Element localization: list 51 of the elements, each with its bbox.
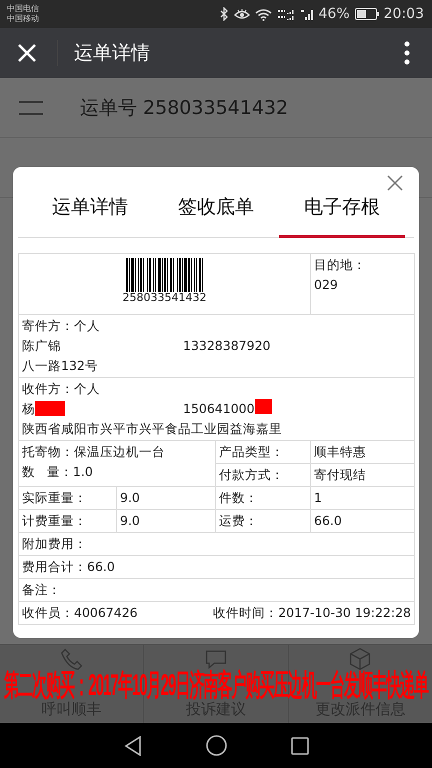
field-label: 计费重量： <box>18 510 116 532</box>
battery-percent: 46% <box>318 6 350 22</box>
signal-icon <box>276 7 295 21</box>
recent-apps-icon[interactable] <box>290 736 308 754</box>
phone-number: 13328387920 <box>183 337 270 355</box>
home-icon[interactable] <box>206 735 226 756</box>
field-label: 付款方式： <box>216 464 310 486</box>
field-label: 数 量： <box>22 464 73 479</box>
more-menu-icon[interactable] <box>404 41 410 65</box>
barcode-number: 258033541432 <box>122 292 208 304</box>
field-label: 附加费用： <box>18 532 414 556</box>
field-label: 运费： <box>216 510 310 532</box>
signal-icon <box>300 7 314 21</box>
field-value: 顺丰特惠 <box>310 440 414 464</box>
field-label: 实际重量： <box>18 486 116 510</box>
tab[interactable]: 运单详情 <box>27 167 153 238</box>
field-value: 66.0 <box>310 510 414 532</box>
waybill-number: 运单号 258033541432 <box>80 96 288 120</box>
tab[interactable]: 签收底单 <box>153 167 279 238</box>
wifi-icon <box>254 8 272 20</box>
tab[interactable]: 电子存根 <box>279 167 405 238</box>
carrier-name: 中国电信 <box>7 4 39 14</box>
back-icon[interactable] <box>124 736 142 756</box>
field-value: 1 <box>310 486 414 510</box>
bluetooth-icon <box>220 7 229 21</box>
field-label: 件数： <box>216 486 310 510</box>
field-label: 目的地： <box>314 256 367 274</box>
pickup-time: 收件时间：2017-10-30 19:22:28 <box>213 604 411 622</box>
field-label: 备注： <box>18 578 414 602</box>
goods-name: 托寄物：保温压边机一台 <box>22 443 166 461</box>
menu-icon[interactable] <box>19 100 43 114</box>
battery-icon <box>354 8 379 20</box>
address: 陕西省咸阳市兴平市兴平食品工业园益海嘉里 <box>22 420 283 438</box>
field-value: 1.0 <box>72 464 93 479</box>
address: 八一路132号 <box>22 357 99 375</box>
fee-total: 费用合计：66.0 <box>18 556 414 578</box>
page-title: 运单详情 <box>74 41 151 66</box>
contact-name: 陈广锦 <box>22 338 61 353</box>
field-value: 寄付现结 <box>310 464 414 486</box>
phone-number: 150641000 <box>183 400 255 418</box>
courier-id: 收件员：40067426 <box>22 604 138 622</box>
field-value: 9.0 <box>116 510 216 532</box>
contact-name: 杨 <box>22 401 35 416</box>
party-type: 收件方：个人 <box>22 380 101 398</box>
field-value: 029 <box>314 276 339 294</box>
carrier-name: 中国移动 <box>7 14 39 24</box>
party-type: 寄件方：个人 <box>22 317 101 335</box>
eye-icon <box>234 8 250 20</box>
field-value: 9.0 <box>116 486 216 510</box>
field-label: 产品类型： <box>216 440 310 464</box>
clock-time: 20:03 <box>384 6 424 22</box>
